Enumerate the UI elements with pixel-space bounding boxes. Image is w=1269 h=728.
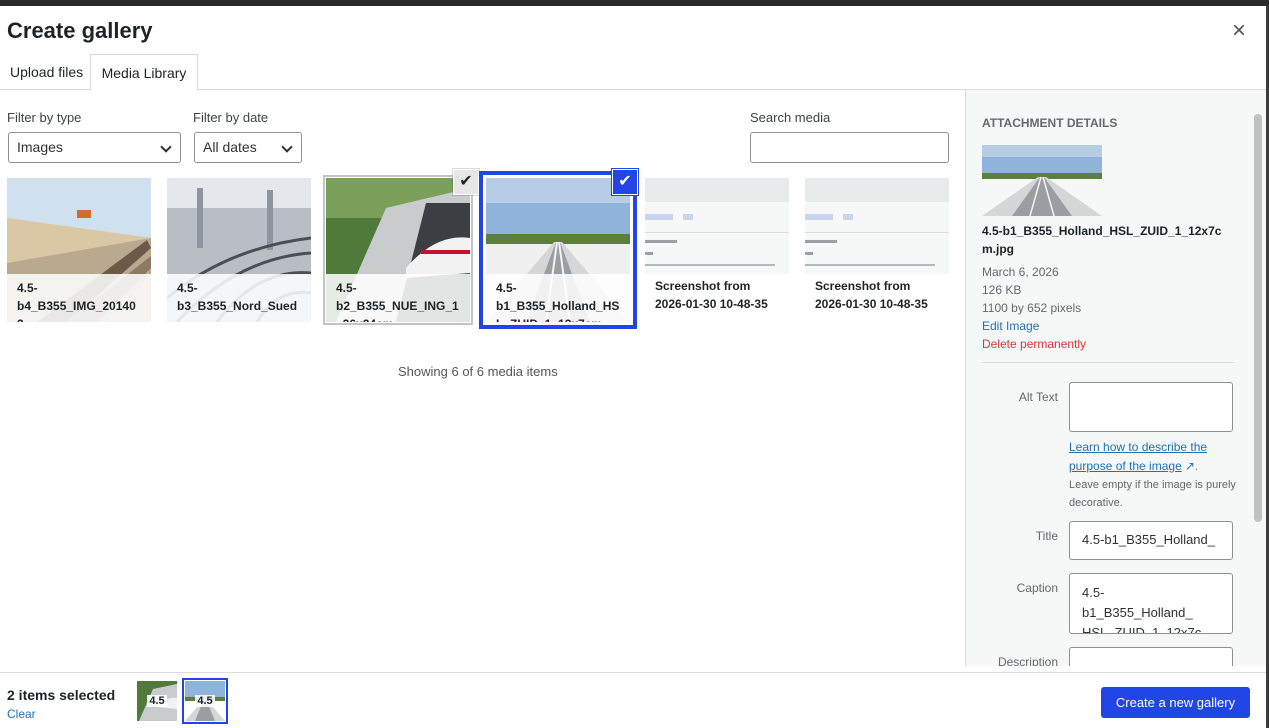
alt-text-help: Learn how to describe the purpose of the… <box>1069 440 1236 509</box>
caption-label: Caption <box>1016 581 1058 595</box>
alt-text-label: Alt Text <box>1018 390 1058 404</box>
attachment-filesize: 126 KB <box>982 283 1022 297</box>
media-item-caption: Screenshot from 2026-01-30 10-48-35 <box>645 274 789 322</box>
media-item[interactable]: 4.5- b3_B355_Nord_Sued_ 4c_300dpi_30x20c… <box>167 178 311 322</box>
modal-tabs: Upload files Media Library <box>0 54 1266 91</box>
media-item-caption: 4.5- b4_B355_IMG_201402 19_130103 <box>7 274 151 322</box>
attachment-details-heading: Attachment Details <box>982 116 1118 130</box>
clear-selection-link[interactable]: Clear <box>7 707 36 721</box>
edit-image-link[interactable]: Edit Image <box>982 319 1039 333</box>
modal-title: Create gallery <box>7 18 153 43</box>
search-input[interactable] <box>750 132 949 163</box>
deselect-checkmark-icon[interactable]: ✔ <box>454 170 478 194</box>
title-label: Title <box>1035 529 1058 543</box>
media-item-caption: Screenshot from 2026-01-30 10-48-35 <box>805 274 949 322</box>
attachment-details-sidebar: Attachment Details 4.5-b1_B355_Holland_H… <box>965 90 1266 666</box>
modal-toolbar: 2 items selected Clear 4.5 4.5 Create a … <box>0 672 1266 728</box>
media-item-selected[interactable]: 4.5- b1_B355_Holland_HS L_ZUID_1_12x7cm <box>486 178 630 322</box>
description-field[interactable] <box>1069 647 1233 666</box>
delete-permanently-link[interactable]: Delete permanently <box>982 337 1086 351</box>
filter-date-select[interactable]: All dates <box>194 132 302 163</box>
selection-thumbnail-label: 4.5 <box>195 695 215 707</box>
chevron-down-icon <box>281 141 293 153</box>
filter-type-select[interactable]: Images <box>8 132 181 163</box>
media-item[interactable]: Screenshot from 2026-01-30 10-48-35 <box>645 178 789 322</box>
deselect-checkmark-icon[interactable]: ✔ <box>613 170 637 194</box>
media-item[interactable]: 4.5- b4_B355_IMG_201402 19_130103 <box>7 178 151 322</box>
selection-count: 2 items selected <box>7 687 116 703</box>
media-browser: Filter by type Images Filter by date All… <box>0 90 965 666</box>
alt-text-field[interactable] <box>1069 382 1233 432</box>
media-modal: Create gallery × Upload files Media Libr… <box>0 6 1266 728</box>
create-gallery-button[interactable]: Create a new gallery <box>1101 687 1250 718</box>
attachment-dimensions: 1100 by 652 pixels <box>982 301 1082 315</box>
media-item-selected[interactable]: 4.5- b2_B355_NUE_ING_1 _26x24cm <box>326 178 470 322</box>
description-label: Description <box>997 655 1058 666</box>
attachment-filename: 4.5-b1_B355_Holland_HSL_ZUID_1_12x7cm.jp… <box>982 224 1222 256</box>
close-button[interactable]: × <box>1226 17 1252 44</box>
search-label: Search media <box>750 110 831 125</box>
tab-upload-files[interactable]: Upload files <box>0 54 93 91</box>
details-divider <box>982 362 1234 363</box>
filter-type-label: Filter by type <box>7 110 82 125</box>
attachment-thumbnail <box>982 145 1102 216</box>
external-link-icon: ↗ <box>1184 459 1195 473</box>
selection-thumbnail-current[interactable]: 4.5 <box>185 681 225 721</box>
filter-date-label: Filter by date <box>193 110 269 125</box>
media-item-caption: 4.5- b2_B355_NUE_ING_1 _26x24cm <box>326 274 470 322</box>
selection-thumbnail-label: 4.5 <box>147 695 167 707</box>
caption-field[interactable]: 4.5- b1_B355_Holland_ HSL_ZUID_1_12x7c <box>1069 573 1233 634</box>
title-field[interactable]: 4.5-b1_B355_Holland_ <box>1069 521 1233 560</box>
alt-text-help-text: Leave empty if the image is purely decor… <box>1069 479 1236 509</box>
close-icon: × <box>1231 17 1246 44</box>
selection-thumbnail[interactable]: 4.5 <box>137 681 177 721</box>
media-item-caption: 4.5- b3_B355_Nord_Sued_ 4c_300dpi_30x20c… <box>167 274 311 322</box>
media-item[interactable]: Screenshot from 2026-01-30 10-48-35 <box>805 178 949 322</box>
filter-type-value: Images <box>17 139 63 155</box>
sidebar-scroll-thumb[interactable] <box>1254 114 1262 522</box>
chevron-down-icon <box>160 141 172 153</box>
attachment-date: March 6, 2026 <box>982 265 1059 279</box>
media-count: Showing 6 of 6 media items <box>398 364 558 379</box>
tab-media-library[interactable]: Media Library <box>90 54 198 91</box>
media-item-caption: 4.5- b1_B355_Holland_HS L_ZUID_1_12x7cm <box>486 274 630 322</box>
filter-date-value: All dates <box>203 139 257 155</box>
